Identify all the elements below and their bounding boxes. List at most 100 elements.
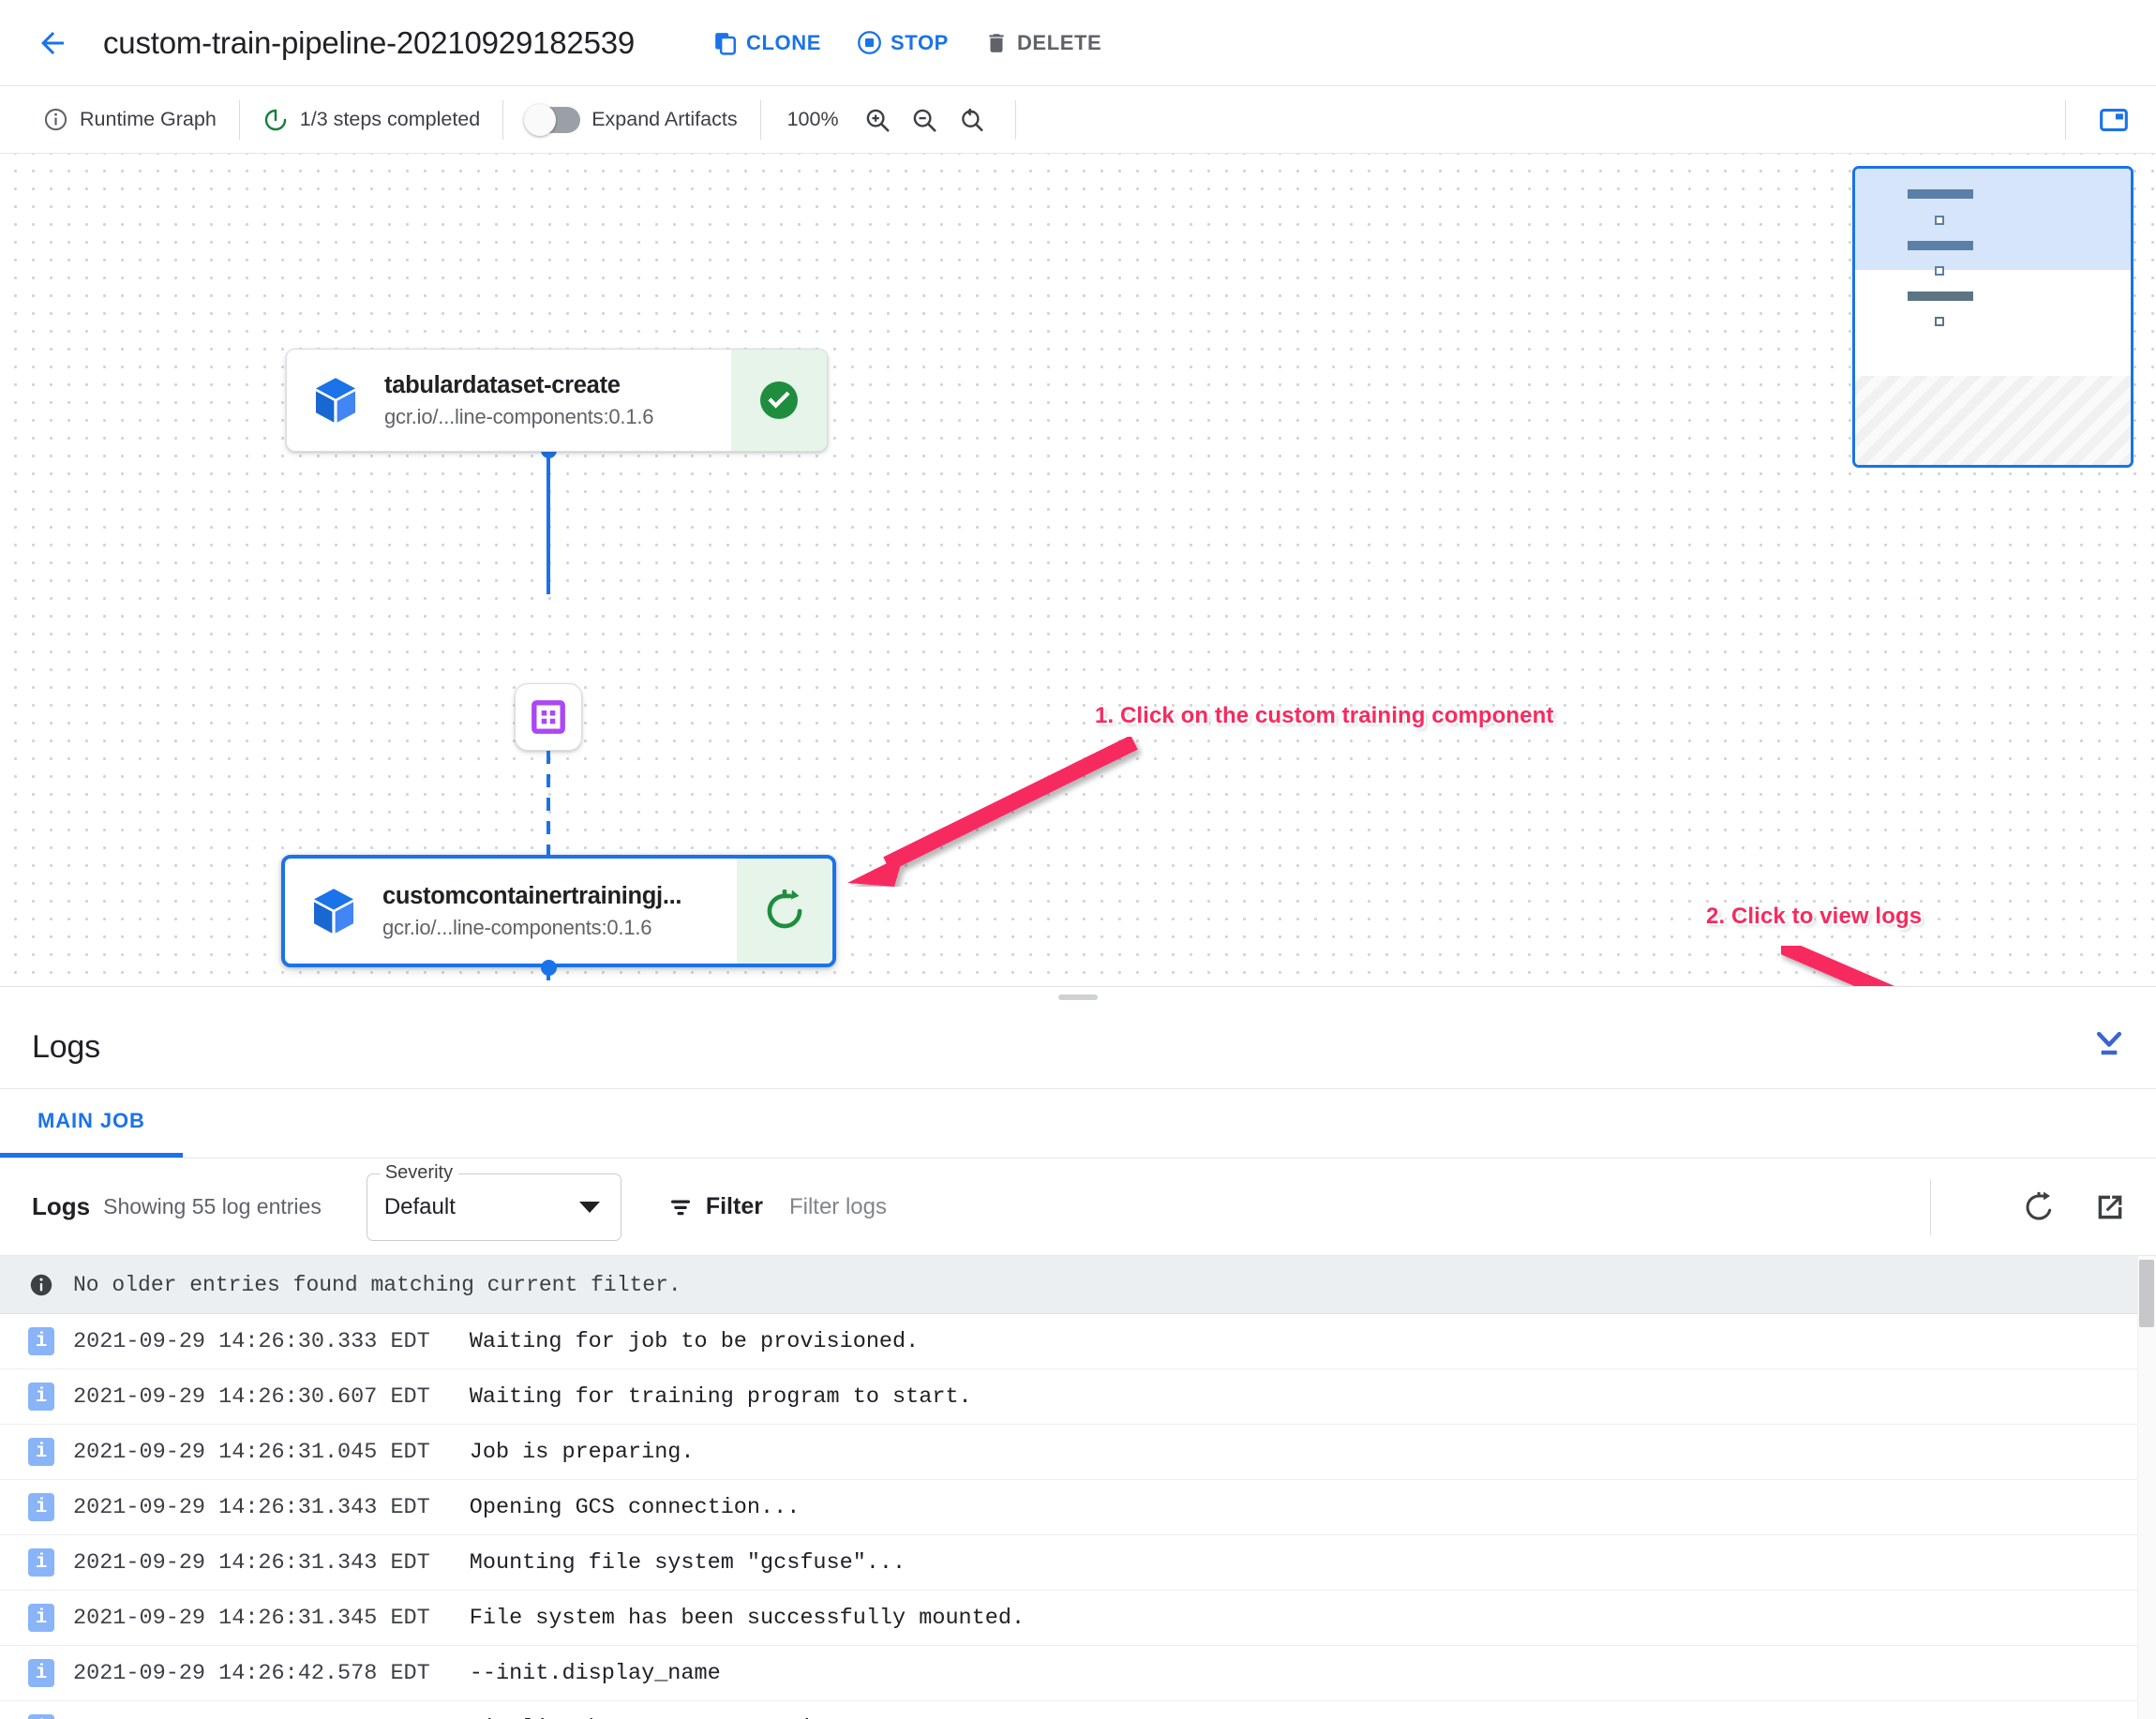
tab-main-job-label: MAIN JOB: [37, 1108, 145, 1132]
toolbar-divider-4: [1014, 99, 1016, 140]
node-text-wrap: tabulardataset-create gcr.io/...line-com…: [384, 350, 731, 451]
minimap-node-2: [1908, 241, 1973, 250]
log-entry-row[interactable]: i 2021-09-29 14:26:31.343 EDT Opening GC…: [0, 1480, 2156, 1535]
dataset-artifact-icon: [532, 700, 565, 734]
log-timestamp: 2021-09-29 14:26:42.578 EDT: [73, 1716, 430, 1719]
panel-resize-handle[interactable]: [0, 986, 2156, 1007]
logs-panel-title: Logs: [32, 1029, 100, 1065]
annotation-1-arrow: [847, 737, 1138, 887]
zoom-out-icon: [913, 109, 936, 132]
log-entry-row[interactable]: i 2021-09-29 14:26:31.343 EDT Mounting f…: [0, 1535, 2156, 1591]
severity-legend: Severity: [379, 1161, 459, 1184]
pipeline-graph-canvas[interactable]: tabulardataset-create gcr.io/...line-com…: [0, 154, 2156, 986]
clone-icon: [715, 32, 737, 55]
refresh-logs-button[interactable]: [2017, 1186, 2060, 1229]
collapse-logs-button[interactable]: [2090, 1029, 2128, 1066]
annotation-2-arrow: [1781, 946, 1895, 986]
log-entry-row[interactable]: i 2021-09-29 14:26:30.607 EDT Waiting fo…: [0, 1369, 2156, 1425]
info-icon: [30, 1274, 52, 1295]
zoom-out-button[interactable]: [903, 98, 946, 142]
stop-button[interactable]: STOP: [842, 21, 964, 65]
graph-node-tabulardataset-create[interactable]: tabulardataset-create gcr.io/...line-com…: [286, 349, 828, 452]
cube-icon: [314, 889, 353, 934]
log-message: Opening GCS connection...: [469, 1494, 801, 1520]
log-message: pipeline-beans-custom-train: [470, 1716, 827, 1719]
log-entry-row[interactable]: i 2021-09-29 14:26:31.345 EDT File syste…: [0, 1591, 2156, 1646]
filter-bar-actions: [2017, 1158, 2132, 1256]
runtime-graph-item[interactable]: Runtime Graph: [21, 99, 239, 141]
severity-value: Default: [383, 1193, 456, 1219]
log-message: Waiting for job to be provisioned.: [469, 1328, 920, 1354]
log-entry-row[interactable]: i 2021-09-29 14:26:42.578 EDT --init.dis…: [0, 1646, 2156, 1701]
cube-icon: [316, 378, 355, 423]
logs-panel-header: Logs: [0, 1007, 2156, 1089]
severity-chip: i: [28, 1327, 54, 1355]
graph-minimap[interactable]: [1852, 166, 2134, 468]
severity-chip: i: [28, 1659, 54, 1687]
minimap-node-1: [1908, 189, 1973, 199]
logs-scrollbar-thumb[interactable]: [2139, 1260, 2154, 1327]
graph-edge-2: [546, 751, 550, 863]
filter-bar-divider: [1930, 1179, 1931, 1235]
filter-logs-input[interactable]: Filter logs: [789, 1194, 887, 1220]
log-message: File system has been successfully mounte…: [469, 1605, 1026, 1631]
clone-button[interactable]: CLONE: [698, 22, 836, 65]
logs-tabs: MAIN JOB: [0, 1089, 2156, 1158]
zoom-in-icon: [866, 109, 890, 132]
log-message: --init.display_name: [469, 1660, 721, 1686]
open-logs-external-button[interactable]: [2089, 1186, 2132, 1229]
minimap-hatched-area: [1855, 376, 2131, 465]
severity-chip: i: [28, 1493, 54, 1521]
arrow-left-icon: [41, 31, 64, 54]
side-panel-icon: [2100, 108, 2128, 132]
log-message: Waiting for training program to start.: [469, 1383, 972, 1410]
log-entry-row[interactable]: i 2021-09-29 14:26:42.578 EDT pipeline-b…: [0, 1701, 2156, 1719]
zoom-in-button[interactable]: [856, 98, 899, 142]
clone-button-label: CLONE: [746, 30, 822, 54]
header-actions: CLONE STOP DELETE: [698, 21, 1116, 65]
collapse-down-icon: [2096, 1031, 2122, 1054]
delete-button[interactable]: DELETE: [969, 22, 1116, 65]
zoom-level-label: 100%: [786, 108, 839, 130]
log-message: Mounting file system "gcsfuse"...: [469, 1549, 906, 1576]
log-timestamp: 2021-09-29 14:26:30.333 EDT: [73, 1328, 430, 1354]
log-timestamp: 2021-09-29 14:26:30.607 EDT: [73, 1383, 430, 1410]
zoom-controls: 100%: [761, 99, 1015, 141]
severity-chip: i: [28, 1604, 54, 1632]
graph-node-customcontainertrainingjob[interactable]: customcontainertrainingj... gcr.io/...li…: [281, 855, 836, 967]
graph-artifact-dataset[interactable]: [515, 683, 582, 751]
logs-scrollbar[interactable]: [2137, 1256, 2156, 1719]
zoom-reset-button[interactable]: [950, 98, 993, 142]
open-in-new-icon: [2098, 1195, 2122, 1219]
expand-artifacts-toggle[interactable]: [524, 103, 581, 136]
log-entry-row[interactable]: i 2021-09-29 14:26:31.045 EDT Job is pre…: [0, 1425, 2156, 1480]
severity-chip: i: [28, 1383, 54, 1411]
refresh-icon: [2026, 1191, 2052, 1220]
log-entry-list[interactable]: No older entries found matching current …: [0, 1256, 2156, 1719]
filter-button[interactable]: Filter: [666, 1193, 763, 1221]
node-text-wrap-2: customcontainertrainingj... gcr.io/...li…: [382, 859, 737, 964]
filter-icon: [670, 1200, 690, 1215]
log-timestamp: 2021-09-29 14:26:31.045 EDT: [73, 1439, 430, 1465]
logs-filter-bar: Logs Showing 55 log entries Severity Def…: [0, 1158, 2156, 1256]
toolbar-divider-5: [2065, 100, 2066, 140]
log-filter-note: No older entries found matching current …: [0, 1256, 2156, 1314]
back-button[interactable]: [26, 17, 79, 69]
expand-artifacts-item[interactable]: Expand Artifacts: [503, 99, 759, 141]
minimap-node-3: [1908, 291, 1973, 301]
log-timestamp: 2021-09-29 14:26:31.345 EDT: [73, 1605, 430, 1631]
steps-completed-item: 1/3 steps completed: [240, 99, 502, 141]
log-count-label: Showing 55 log entries: [103, 1194, 322, 1218]
side-panel-toggle-button[interactable]: [2092, 98, 2135, 142]
trash-icon: [989, 33, 1004, 52]
log-entry-row[interactable]: i 2021-09-29 14:26:30.333 EDT Waiting fo…: [0, 1314, 2156, 1369]
minimap-viewport[interactable]: [1855, 169, 2131, 270]
check-circle-icon: [760, 381, 798, 419]
graph-edge-dot-3: [541, 960, 557, 976]
tab-main-job[interactable]: MAIN JOB: [0, 1088, 183, 1158]
refresh-circle-icon: [767, 889, 802, 929]
logs-label: Logs: [32, 1192, 91, 1220]
severity-select[interactable]: Severity Default: [366, 1161, 621, 1241]
filter-button-label: Filter: [705, 1193, 763, 1219]
progress-circle-icon: [264, 109, 287, 130]
